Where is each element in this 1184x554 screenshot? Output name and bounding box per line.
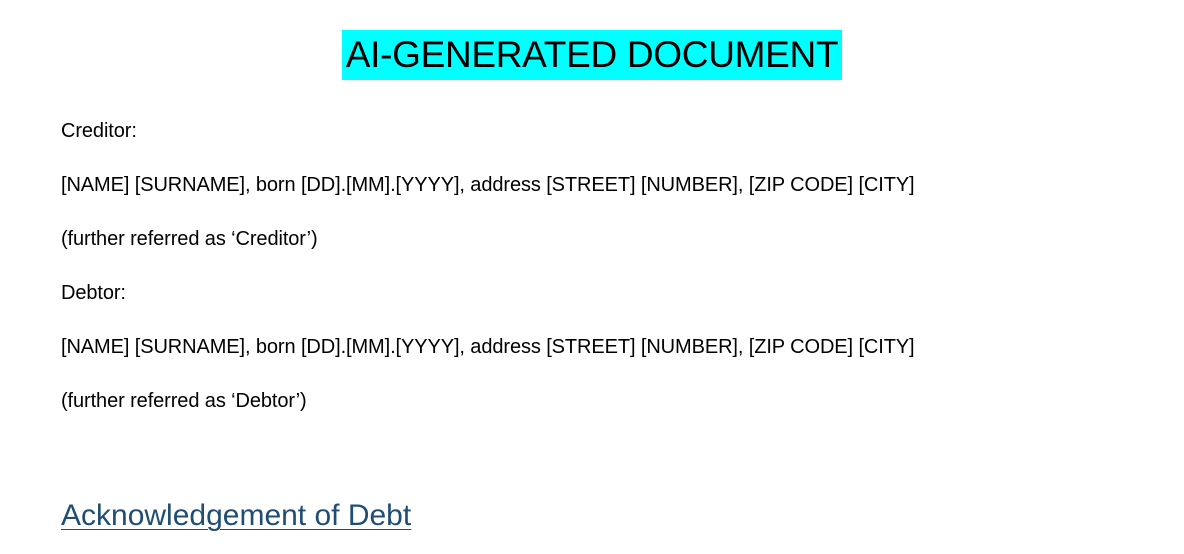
document-page: AI-GENERATED DOCUMENT Creditor: [NAME] [… [0, 0, 1184, 554]
section-heading: Acknowledgement of Debt [61, 499, 412, 532]
creditor-label: Creditor: [61, 120, 137, 142]
debtor-details: [NAME] [SURNAME], born [DD].[MM].[YYYY],… [61, 336, 915, 358]
banner-container: AI-GENERATED DOCUMENT [0, 30, 1184, 80]
document-title-banner: AI-GENERATED DOCUMENT [341, 30, 843, 80]
creditor-details: [NAME] [SURNAME], born [DD].[MM].[YYYY],… [61, 174, 915, 196]
creditor-referred: (further referred as ‘Creditor’) [61, 228, 318, 250]
debtor-referred: (further referred as ‘Debtor’) [61, 390, 307, 412]
debtor-label: Debtor: [61, 282, 126, 304]
